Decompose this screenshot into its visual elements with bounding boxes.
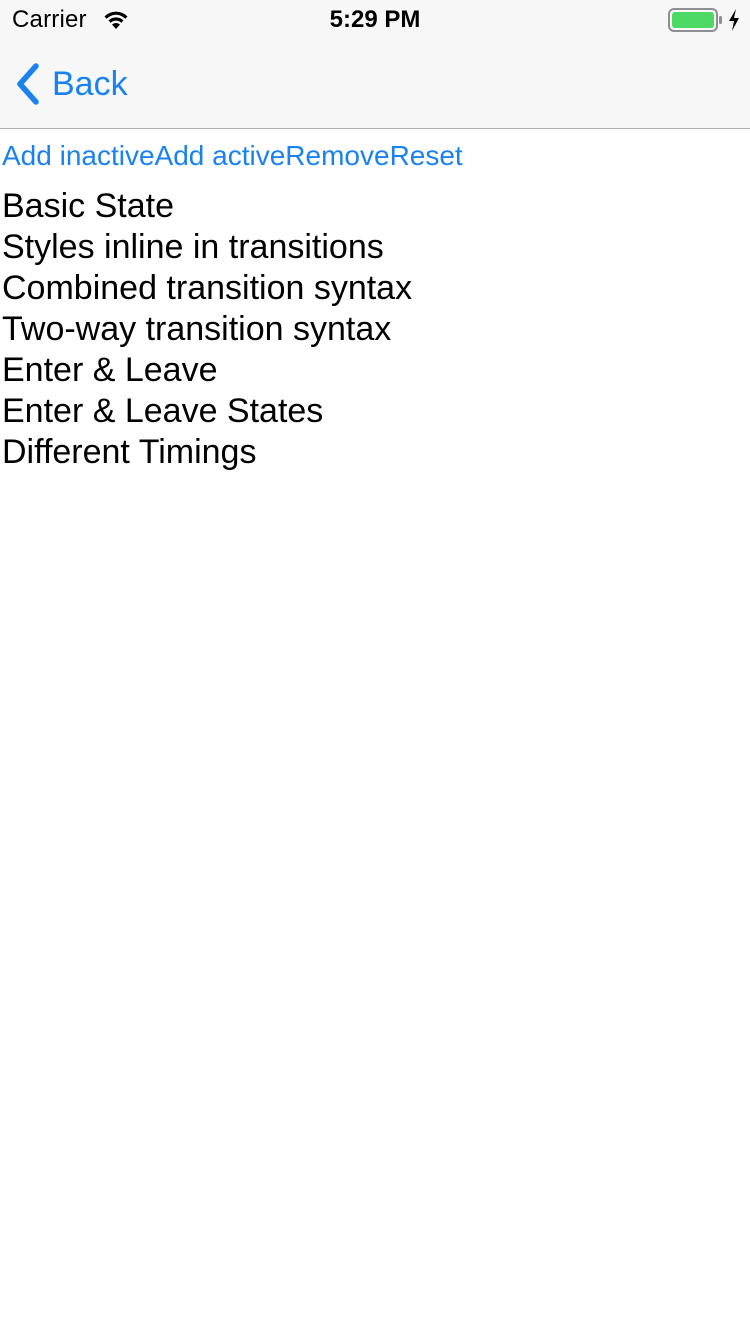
list-item-combined-transition[interactable]: Combined transition syntax (2, 268, 412, 309)
reset-button[interactable]: Reset (390, 140, 463, 172)
list-item-enter-leave[interactable]: Enter & Leave (2, 350, 412, 391)
add-active-button[interactable]: Add active (155, 140, 286, 172)
back-button[interactable]: Back (14, 60, 128, 108)
add-inactive-button[interactable]: Add inactive (2, 140, 155, 172)
status-bar: Carrier 5:29 PM (0, 0, 750, 40)
remove-button[interactable]: Remove (285, 140, 389, 172)
action-bar: Add inactive Add active Remove Reset (2, 140, 463, 172)
transition-list: Basic State Styles inline in transitions… (2, 186, 412, 473)
list-item-enter-leave-states[interactable]: Enter & Leave States (2, 391, 412, 432)
list-item-basic-state[interactable]: Basic State (2, 186, 412, 227)
back-label: Back (52, 64, 128, 103)
battery-icon (668, 8, 722, 32)
list-item-two-way-transition[interactable]: Two-way transition syntax (2, 309, 412, 350)
charging-bolt-icon (729, 9, 739, 31)
list-item-styles-inline[interactable]: Styles inline in transitions (2, 227, 412, 268)
navigation-bar: Back (0, 40, 750, 129)
chevron-left-icon (17, 63, 39, 105)
status-time: 5:29 PM (329, 6, 421, 33)
list-item-different-timings[interactable]: Different Timings (2, 432, 412, 473)
